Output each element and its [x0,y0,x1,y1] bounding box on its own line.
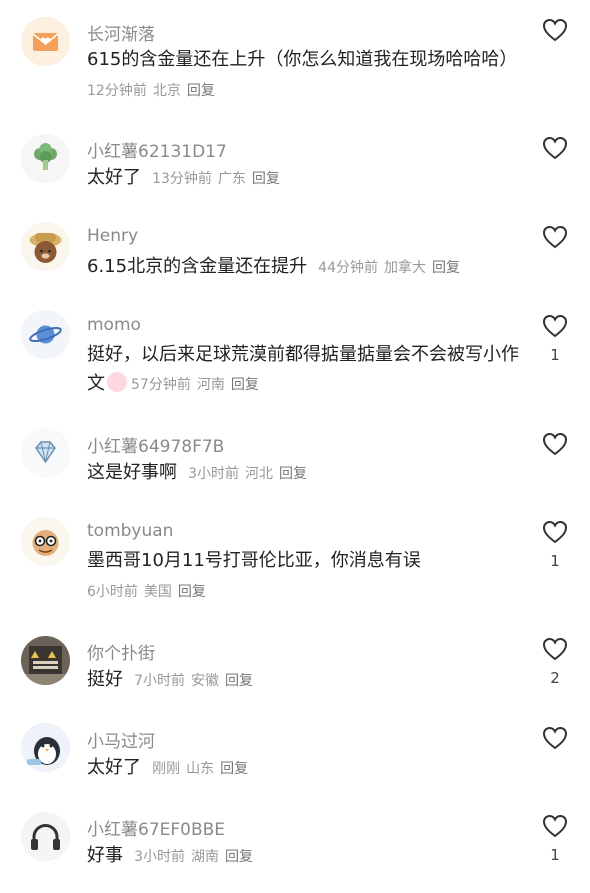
like-button[interactable]: 2 [541,637,569,687]
username[interactable]: 你个扑街 [87,639,155,664]
comment-meta: 6小时前 美国 回复 [87,581,206,601]
comment-text: 墨西哥10月11号打哥伦比亚，你消息有误 [87,550,421,571]
timestamp: 6小时前 [87,584,138,600]
comment-text: 太好了 [87,167,141,188]
reply-button[interactable]: 回复 [187,83,215,99]
timestamp: 3小时前 [188,466,240,482]
reply-button[interactable]: 回复 [279,466,307,482]
location: 北京 [152,83,181,99]
username[interactable]: 小马过河 [87,727,155,752]
location: 安徽 [191,673,220,689]
timestamp: 13分钟前 [152,171,212,187]
comment-meta: 7小时前 安徽 回复 [134,673,253,689]
location: 广东 [217,171,246,187]
comment-meta: 3小时前 河北 回复 [188,466,307,482]
heart-icon [542,136,568,160]
crying-emoji-icon [107,372,127,392]
comment-text: 这是好事啊 [87,462,177,483]
penguin-avatar[interactable] [21,723,70,772]
diamond-avatar[interactable] [21,428,70,477]
like-button[interactable]: 1 [541,814,569,864]
reply-button[interactable]: 回复 [252,171,280,187]
location: 河北 [245,466,274,482]
timestamp: 12分钟前 [87,83,147,99]
bear-hat-avatar[interactable] [21,222,70,271]
like-button[interactable] [541,18,569,50]
like-button[interactable]: 1 [541,520,569,570]
comment-text: 挺好 [87,669,123,690]
comment-meta: 57分钟前 河南 回复 [131,377,259,393]
like-count: 2 [550,669,560,687]
username[interactable]: 小红薯67EF0BBE [87,815,225,840]
like-count: 1 [550,346,560,364]
comment-text: 好事 [87,845,123,866]
comment-meta: 3小时前 湖南 回复 [134,849,253,865]
username[interactable]: tombyuan [87,521,173,541]
username[interactable]: 小红薯62131D17 [87,137,227,162]
comment-text-row: 挺好 7小时前 安徽 回复 [87,665,253,691]
comment-meta: 12分钟前 北京 回复 [87,80,215,100]
username[interactable]: 小红薯64978F7B [87,432,224,457]
like-button[interactable] [541,432,569,464]
reply-button[interactable]: 回复 [225,673,253,689]
heart-icon [542,18,568,42]
comment-text-row: 太好了 13分钟前 广东 回复 [87,163,280,189]
timestamp: 7小时前 [134,673,186,689]
like-button[interactable] [541,136,569,168]
location: 美国 [143,584,172,600]
cartoon-glasses-avatar[interactable] [21,517,70,566]
username[interactable]: momo [87,315,141,335]
sign-photo-avatar[interactable] [21,636,70,685]
comment-text: 太好了 [87,757,141,778]
broccoli-avatar[interactable] [21,134,70,183]
location: 山东 [186,761,215,777]
heart-icon [542,814,568,838]
comment-meta: 44分钟前 加拿大 回复 [318,260,460,276]
heart-icon [542,726,568,750]
reply-button[interactable]: 回复 [220,761,248,777]
username[interactable]: 长河渐落 [87,20,155,45]
headphones-avatar[interactable] [21,812,70,861]
like-count: 1 [550,846,560,864]
comment-meta: 13分钟前 广东 回复 [152,171,280,187]
heart-icon [542,637,568,661]
timestamp: 3小时前 [134,849,186,865]
location: 湖南 [191,849,220,865]
heart-icon [542,314,568,338]
location: 加拿大 [384,260,426,276]
comment-text-row: 这是好事啊 3小时前 河北 回复 [87,458,307,484]
comment-text: 6.15北京的含金量还在提升 [87,256,308,277]
location: 河南 [196,377,225,393]
envelope-heart-avatar[interactable] [21,17,70,66]
reply-button[interactable]: 回复 [178,584,206,600]
reply-button[interactable]: 回复 [225,849,253,865]
comment-text-row: 好事 3小时前 湖南 回复 [87,841,253,867]
reply-button[interactable]: 回复 [432,260,460,276]
comment-text-block: 挺好，以后来足球荒漠前都得掂量掂量会不会被写小作文 57分钟前 河南 回复 [87,340,522,400]
like-button[interactable] [541,726,569,758]
like-count: 1 [550,552,560,570]
comment-text-row: 太好了 刚刚 山东 回复 [87,753,248,779]
like-button[interactable]: 1 [541,314,569,364]
username[interactable]: Henry [87,226,138,246]
heart-icon [542,225,568,249]
timestamp: 57分钟前 [131,377,191,393]
comment-text-row: 6.15北京的含金量还在提升 44分钟前 加拿大 回复 [87,252,460,278]
timestamp: 44分钟前 [318,260,378,276]
comment-meta: 刚刚 山东 回复 [152,761,248,777]
comment-text: 615的含金量还在上升（你怎么知道我在现场哈哈哈） [87,49,518,70]
heart-icon [542,432,568,456]
like-button[interactable] [541,225,569,257]
heart-icon [542,520,568,544]
timestamp: 刚刚 [152,761,181,777]
reply-button[interactable]: 回复 [231,377,259,393]
planet-avatar[interactable] [21,310,70,359]
